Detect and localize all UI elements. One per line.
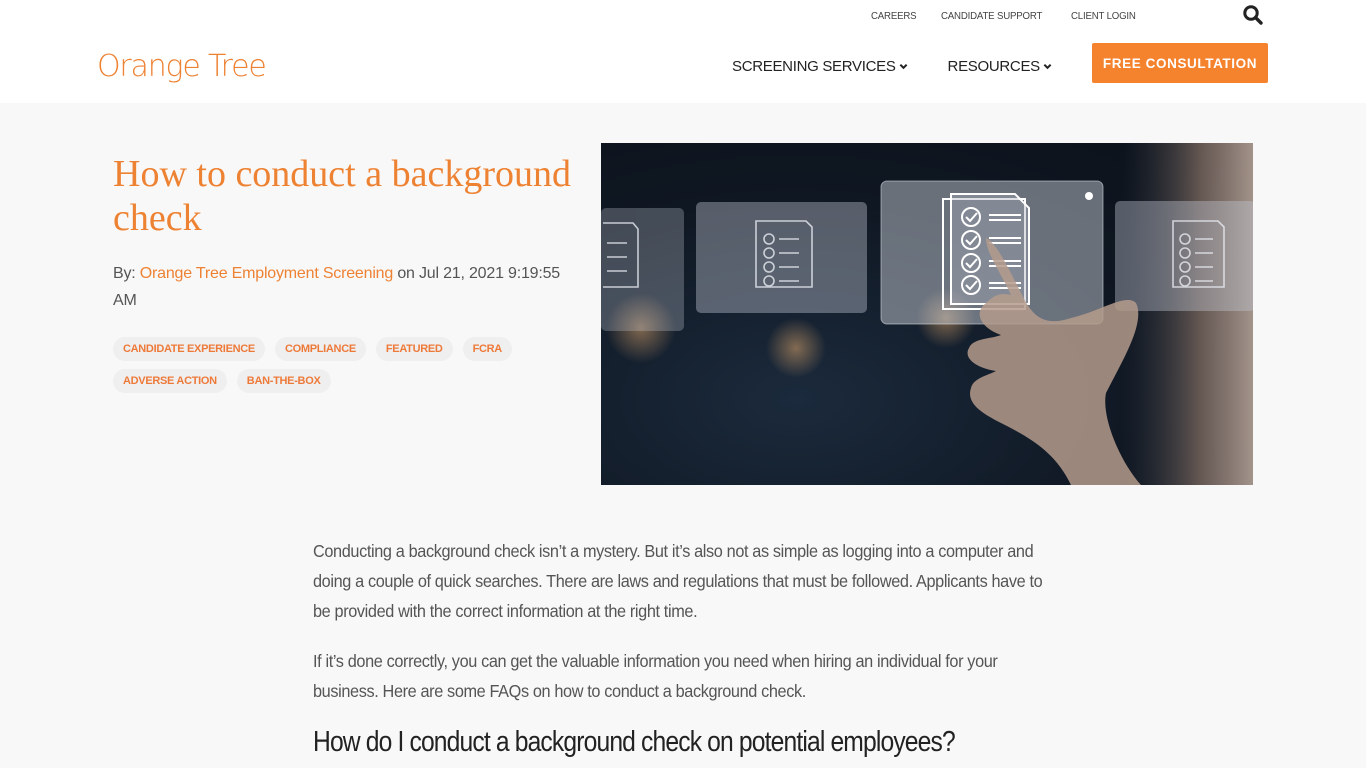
article-byline: By: Orange Tree Employment Screening on … — [113, 260, 563, 314]
chevron-down-icon — [1043, 63, 1052, 70]
hero-image — [601, 143, 1253, 485]
author-link[interactable]: Orange Tree Employment Screening — [140, 265, 393, 282]
site-header: Orange Tree CAREERS CANDIDATE SUPPORT CL… — [0, 0, 1366, 103]
careers-link[interactable]: CAREERS — [871, 10, 917, 22]
tag-list: CANDIDATE EXPERIENCE COMPLIANCE FEATURED… — [113, 337, 533, 401]
tag-featured[interactable]: FEATURED — [375, 337, 453, 361]
search-button[interactable] — [1242, 4, 1264, 26]
byline-prefix: By: — [113, 265, 136, 282]
tag-ban-the-box[interactable]: BAN-THE-BOX — [236, 369, 331, 393]
free-consultation-button[interactable]: FREE CONSULTATION — [1092, 43, 1268, 83]
client-login-link[interactable]: CLIENT LOGIN — [1071, 10, 1136, 22]
tag-adverse-action[interactable]: ADVERSE ACTION — [113, 369, 227, 393]
article-body: Conducting a background check isn’t a my… — [313, 536, 1053, 759]
nav-resources[interactable]: RESOURCES — [948, 58, 1052, 75]
main-nav: SCREENING SERVICES RESOURCES — [732, 58, 1092, 75]
article-subheading: How do I conduct a background check on p… — [313, 726, 956, 758]
nav-label: RESOURCES — [947, 58, 1041, 75]
search-icon — [1243, 5, 1263, 25]
document-card — [601, 180, 1253, 331]
date-prefix: on — [397, 265, 415, 282]
orange-tree-logo[interactable]: Orange Tree — [97, 47, 267, 87]
hero-illustration — [601, 143, 1253, 485]
tag-candidate-experience[interactable]: CANDIDATE EXPERIENCE — [113, 337, 265, 361]
info-dot — [1085, 192, 1093, 200]
candidate-support-link[interactable]: CANDIDATE SUPPORT — [941, 10, 1042, 22]
nav-screening-services[interactable]: SCREENING SERVICES — [732, 58, 908, 75]
utility-nav: CAREERS CANDIDATE SUPPORT CLIENT LOGIN — [871, 10, 1141, 22]
tag-fcra[interactable]: FCRA — [462, 337, 512, 361]
nav-label: SCREENING SERVICES — [732, 58, 896, 75]
article-title: How to conduct a background check — [113, 153, 571, 239]
chevron-down-icon — [899, 63, 907, 70]
tag-compliance[interactable]: COMPLIANCE — [274, 337, 366, 361]
article-paragraph: If it’s done correctly, you can get the … — [313, 651, 998, 701]
article-paragraph: Conducting a background check isn’t a my… — [313, 541, 1043, 621]
